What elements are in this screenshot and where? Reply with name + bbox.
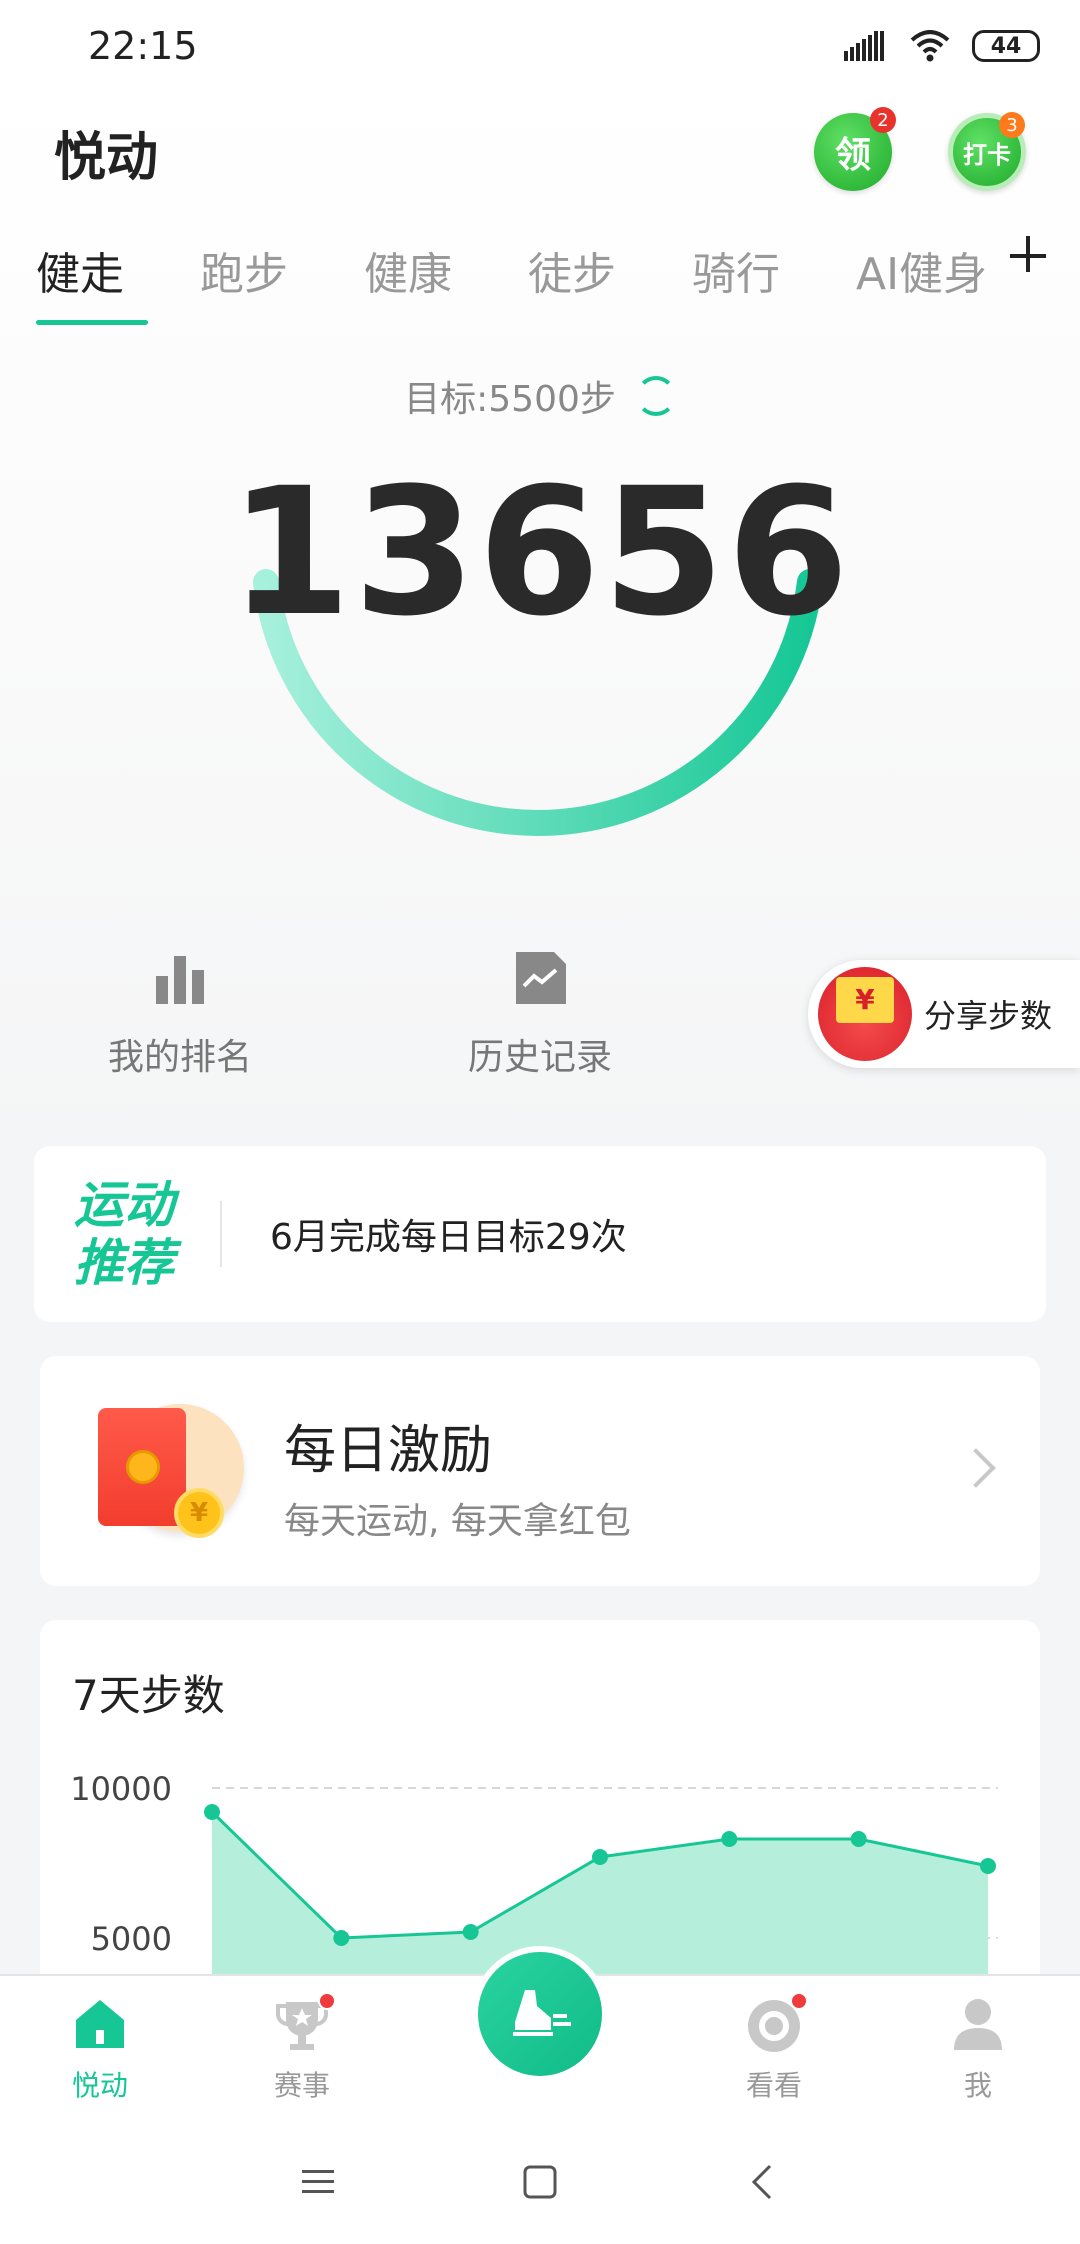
data-point <box>980 1858 996 1874</box>
tab-ai-fitness[interactable]: AI健身 <box>856 232 1020 328</box>
back-icon[interactable] <box>744 2162 784 2202</box>
battery-indicator: 44 <box>972 30 1040 62</box>
home-square-icon[interactable] <box>520 2162 560 2202</box>
share-steps-button[interactable]: ¥ 分享步数 <box>808 960 1080 1068</box>
status-time: 22:15 <box>88 24 198 68</box>
yuan-symbol: ¥ <box>836 977 894 1023</box>
divider <box>220 1201 222 1267</box>
nav-me-label: 我 <box>963 2069 992 2102</box>
recommendation-card[interactable]: 运动 推荐 6月完成每日目标29次 <box>34 1146 1046 1322</box>
recommendation-logo-line1: 运动 <box>74 1176 174 1234</box>
envelope-seal <box>126 1450 160 1484</box>
y-tick-label: 5000 <box>91 1920 172 1958</box>
nav-events[interactable]: 赛事 <box>232 1992 372 2104</box>
red-packet-envelope <box>98 1408 186 1526</box>
recommendation-logo: 运动 推荐 <box>34 1176 214 1292</box>
status-bar: 22:15 44 <box>0 0 1080 92</box>
collect-label: 领 <box>834 135 871 176</box>
status-icons: 44 <box>844 30 1040 62</box>
collect-reward-button[interactable]: 领 2 <box>814 107 896 191</box>
trophy-icon <box>272 1992 336 2054</box>
reward-title: 每日激励 <box>284 1421 493 1481</box>
share-steps-label: 分享步数 <box>924 997 1053 1035</box>
goal-row: 目标:5500步 <box>0 368 1080 424</box>
my-ranking-label: 我的排名 <box>107 1037 252 1078</box>
app-header: 悦动 领 2 打卡 3 <box>0 92 1080 212</box>
menu-icon[interactable] <box>298 2162 338 2202</box>
history-label: 历史记录 <box>467 1037 612 1078</box>
system-nav-bar <box>0 2114 1080 2244</box>
sport-tabs: 健走 跑步 健康 徒步 骑行 AI健身 <box>0 232 1080 332</box>
reward-subtitle: 每天运动, 每天拿红包 <box>284 1501 631 1542</box>
discover-notification-dot <box>790 1992 808 2010</box>
app-title: 悦动 <box>54 127 159 188</box>
step-count: 13656 <box>228 450 852 655</box>
red-packet-icon: ¥ <box>86 1404 244 1540</box>
wifi-icon <box>910 30 950 62</box>
home-icon <box>76 2000 124 2048</box>
history-chart-icon <box>516 952 566 1004</box>
nav-events-label: 赛事 <box>273 2069 330 2102</box>
nav-discover[interactable]: 看看 <box>704 1992 844 2104</box>
nav-discover-label: 看看 <box>745 2069 802 2102</box>
nav-me[interactable]: 我 <box>908 1994 1048 2104</box>
tab-hike[interactable]: 徒步 <box>528 232 692 328</box>
step-goal: 目标:5500步 <box>404 379 616 420</box>
checkin-label: 打卡 <box>963 140 1011 169</box>
daily-reward-card[interactable]: ¥ 每日激励 每天运动, 每天拿红包 <box>40 1356 1040 1586</box>
data-point <box>462 1924 479 1940</box>
events-notification-dot <box>318 1992 336 2010</box>
refresh-icon[interactable] <box>635 376 676 416</box>
data-point <box>592 1849 608 1865</box>
tab-walk[interactable]: 健走 <box>36 232 200 328</box>
start-workout-inner <box>478 1952 602 2076</box>
data-point <box>721 1831 738 1847</box>
discover-icon <box>744 1992 808 2054</box>
nav-home[interactable]: 悦动 <box>30 1994 170 2104</box>
recommendation-logo-line2: 推荐 <box>74 1234 174 1292</box>
add-tab-icon[interactable] <box>1010 236 1050 276</box>
coin-icon: ¥ <box>174 1488 224 1538</box>
start-workout-button[interactable] <box>472 1946 608 2082</box>
checkin-badge: 3 <box>999 112 1025 138</box>
data-point <box>850 1831 867 1847</box>
recommendation-text: 6月完成每日目标29次 <box>270 1217 627 1258</box>
checkin-button[interactable]: 打卡 3 <box>948 112 1026 191</box>
red-envelope-icon: ¥ <box>818 967 912 1061</box>
tab-run[interactable]: 跑步 <box>200 232 364 328</box>
data-point <box>204 1804 220 1820</box>
data-point <box>333 1930 350 1946</box>
collect-badge: 2 <box>870 107 896 133</box>
tab-cycle[interactable]: 骑行 <box>692 232 856 328</box>
history-button[interactable]: 历史记录 <box>430 948 650 1080</box>
nav-home-label: 悦动 <box>71 2069 128 2102</box>
chevron-right-icon <box>956 1448 996 1488</box>
bar-chart-icon <box>156 956 204 1004</box>
shoe-icon <box>513 1990 571 2036</box>
tab-health[interactable]: 健康 <box>364 232 528 328</box>
signal-icon <box>844 31 884 61</box>
user-icon <box>954 1999 1002 2050</box>
y-tick-label: 10000 <box>70 1770 172 1808</box>
my-ranking-button[interactable]: 我的排名 <box>70 948 290 1080</box>
